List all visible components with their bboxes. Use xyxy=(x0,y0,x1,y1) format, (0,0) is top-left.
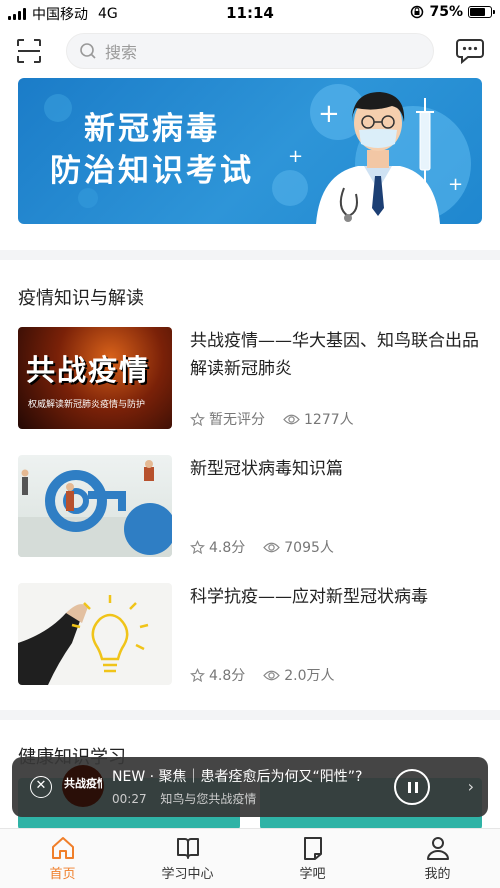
note-icon xyxy=(303,837,322,860)
chevron-right-icon[interactable]: › xyxy=(468,777,474,796)
rotation-lock-icon xyxy=(411,5,424,19)
search-icon xyxy=(80,43,96,59)
section-divider xyxy=(0,710,500,720)
search-input[interactable]: 搜索 xyxy=(66,33,434,69)
tab-study-bar[interactable]: 学吧 xyxy=(250,829,375,888)
star-icon xyxy=(190,411,205,426)
course-rating: 4.8分 xyxy=(209,540,246,556)
list-item[interactable]: 科学抗疫——应对新型冠状病毒 4.8分 2.0万人 xyxy=(18,583,482,687)
thumb-illustration xyxy=(18,595,149,685)
course-rating: 暂无评分 xyxy=(209,412,265,428)
player-time: 00:27 xyxy=(112,792,147,806)
course-rating: 4.8分 xyxy=(209,668,246,684)
svg-text:+: + xyxy=(448,174,463,195)
tab-label: 学习中心 xyxy=(161,867,214,882)
scan-icon[interactable] xyxy=(16,38,42,64)
player-cover: 共战疫情 xyxy=(62,765,104,807)
course-learners: 7095人 xyxy=(284,540,334,556)
promo-banner[interactable]: + + + 新冠病毒 防治知识考试 xyxy=(18,78,482,224)
top-bar: 搜索 xyxy=(0,30,500,72)
thumb-title: 共战疫情 xyxy=(26,353,151,387)
close-icon[interactable]: ✕ xyxy=(30,776,52,798)
battery-percent: 75% xyxy=(429,4,463,20)
list-item[interactable]: 新型冠状病毒知识篇 4.8分 7095人 xyxy=(18,455,482,559)
tab-mine[interactable]: 我的 xyxy=(375,829,500,888)
list-item[interactable]: 共战疫情 权威解读新冠肺炎疫情与防护 共战疫情——华大基因、知鸟联合出品解读新冠… xyxy=(18,327,482,431)
banner-title-line1: 新冠病毒 xyxy=(84,111,220,147)
user-icon xyxy=(426,837,449,860)
section-divider xyxy=(0,250,500,260)
tab-learning-center[interactable]: 学习中心 xyxy=(125,829,250,888)
book-icon xyxy=(176,838,199,859)
course-thumbnail xyxy=(18,455,172,557)
course-learners: 2.0万人 xyxy=(284,668,335,684)
pause-button[interactable] xyxy=(394,769,430,805)
banner-title: 新冠病毒 防治知识考试 xyxy=(50,108,254,192)
tab-label: 我的 xyxy=(424,867,451,882)
course-learners: 1277人 xyxy=(304,412,354,428)
star-icon xyxy=(190,539,205,554)
course-thumbnail: 共战疫情 权威解读新冠肺炎疫情与防护 xyxy=(18,327,172,429)
svg-text:+: + xyxy=(288,146,303,167)
search-placeholder: 搜索 xyxy=(105,43,138,62)
status-bar: 中国移动 4G 11:14 75% xyxy=(0,0,500,26)
tab-label: 首页 xyxy=(49,867,76,882)
player-subtitle: 知鸟与您共战疫情 xyxy=(160,792,257,806)
course-title: 科学抗疫——应对新型冠状病毒 xyxy=(190,587,428,607)
tab-home[interactable]: 首页 xyxy=(0,829,125,888)
course-title: 新型冠状病毒知识篇 xyxy=(190,459,343,479)
course-thumbnail xyxy=(18,583,172,685)
message-icon[interactable] xyxy=(456,38,484,64)
thumb-illustration xyxy=(18,460,172,557)
player-cover-text: 共战疫情 xyxy=(64,777,102,790)
eye-icon xyxy=(263,670,281,680)
star-icon xyxy=(190,667,205,682)
section-title: 疫情知识与解读 xyxy=(18,288,144,309)
battery-icon xyxy=(468,6,495,18)
player-title: NEW · 聚焦｜患者痊愈后为何又“阳性”? xyxy=(112,769,363,785)
banner-title-line2: 防治知识考试 xyxy=(50,153,254,189)
svg-text:+: + xyxy=(318,99,340,129)
tab-bar: 首页 学习中心 学吧 我的 xyxy=(0,828,500,888)
home-icon xyxy=(51,837,74,859)
eye-icon xyxy=(263,542,281,552)
course-title: 共战疫情——华大基因、知鸟联合出品解读新冠肺炎 xyxy=(190,331,479,379)
eye-icon xyxy=(283,414,300,424)
thumb-subtitle: 权威解读新冠肺炎疫情与防护 xyxy=(28,400,146,410)
tab-label: 学吧 xyxy=(299,867,326,882)
audio-player-bar[interactable]: ✕ 共战疫情 NEW · 聚焦｜患者痊愈后为何又“阳性”? 00:27 知鸟与您… xyxy=(12,757,488,817)
